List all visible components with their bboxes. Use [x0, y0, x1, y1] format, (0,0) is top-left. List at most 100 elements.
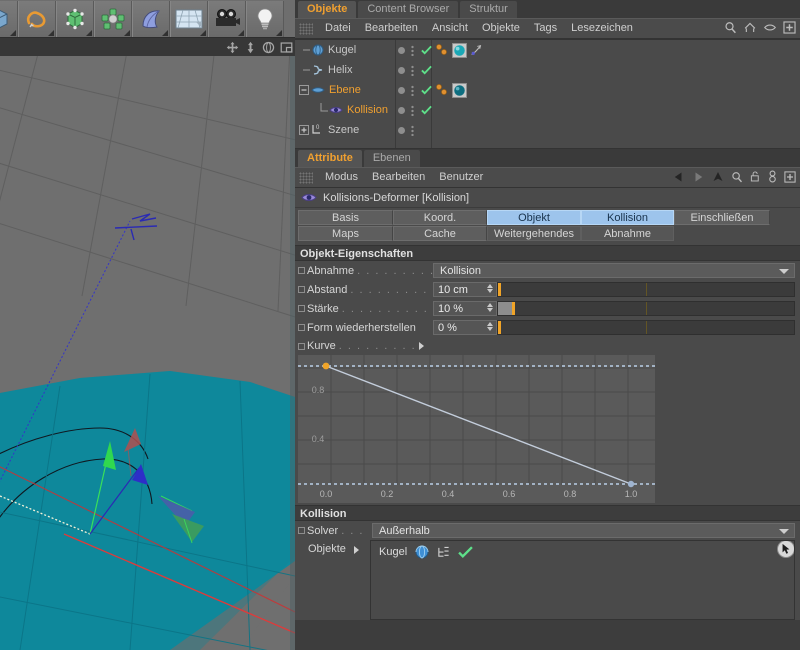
visibility-dot-editor[interactable] — [398, 106, 405, 114]
solver-dropdown[interactable]: Außerhalb — [372, 523, 795, 538]
deformer-tool-button[interactable] — [132, 0, 170, 37]
enable-check-icon[interactable] — [421, 65, 432, 75]
nurbs-tool-button[interactable] — [56, 0, 94, 37]
menu-benutzer[interactable]: Benutzer — [432, 167, 490, 188]
collision-objects-list[interactable]: Kugel — [370, 540, 795, 620]
expand-arrow-icon[interactable] — [354, 546, 359, 554]
eye-icon[interactable] — [763, 21, 777, 34]
restore-input[interactable]: 0 % — [433, 320, 497, 335]
enable-check-icon[interactable] — [458, 546, 473, 558]
menu-tags[interactable]: Tags — [527, 18, 564, 39]
enable-check-icon[interactable] — [421, 45, 432, 55]
collapse-minus-icon[interactable] — [299, 85, 309, 95]
table-row[interactable]: Helix — [295, 60, 800, 80]
menu-objekte[interactable]: Objekte — [475, 18, 527, 39]
table-row[interactable]: 0 Szene — [295, 120, 800, 140]
expand-arrow-icon[interactable] — [419, 342, 424, 350]
layout-view-icon[interactable] — [280, 41, 293, 54]
enable-check-icon[interactable] — [421, 85, 432, 95]
dynamics-icon[interactable] — [470, 44, 483, 57]
slider-knob[interactable] — [498, 283, 501, 296]
falloff-curve-graph[interactable]: 0.8 0.4 0.0 0.2 0.4 0.6 0.8 1.0 — [298, 355, 655, 503]
visibility-dot-render[interactable] — [411, 64, 414, 76]
anim-track-box[interactable] — [298, 286, 305, 293]
rotate-view-icon[interactable] — [262, 41, 275, 54]
texture-sphere-dark-icon[interactable] — [452, 82, 467, 98]
restore-slider[interactable] — [497, 320, 795, 335]
visibility-dot-render[interactable] — [411, 84, 414, 96]
menu-bearbeiten[interactable]: Bearbeiten — [358, 18, 425, 39]
tab-ebenen[interactable]: Ebenen — [363, 150, 420, 167]
visibility-dot-editor[interactable] — [398, 86, 405, 94]
menu-lesezeichen[interactable]: Lesezeichen — [564, 18, 640, 39]
search-icon[interactable] — [724, 21, 737, 34]
up-arrow-icon[interactable] — [712, 170, 724, 183]
material-orange-icon[interactable] — [435, 83, 449, 97]
tab-koord[interactable]: Koord. — [393, 210, 487, 225]
array-tool-button[interactable] — [94, 0, 132, 37]
anim-track-box[interactable] — [298, 342, 305, 350]
tab-objekte[interactable]: Objekte — [298, 1, 357, 18]
anim-track-box[interactable] — [298, 267, 305, 274]
lock-icon[interactable] — [750, 170, 761, 183]
tab-cache[interactable]: Cache — [393, 226, 487, 241]
tab-kollision[interactable]: Kollision — [581, 210, 674, 225]
anim-track-box[interactable] — [298, 324, 305, 331]
table-row[interactable]: Kollision — [295, 100, 800, 120]
strength-slider[interactable] — [497, 301, 795, 316]
visibility-dot-editor[interactable] — [398, 66, 405, 74]
forward-arrow-icon[interactable] — [692, 171, 705, 183]
back-arrow-icon[interactable] — [672, 171, 685, 183]
tab-objekt[interactable]: Objekt — [487, 210, 581, 225]
tab-content-browser[interactable]: Content Browser — [358, 1, 459, 18]
object-manager-list[interactable]: Kugel Helix Ebene Kollision 0 Szene — [295, 39, 800, 149]
anim-track-box[interactable] — [298, 527, 305, 534]
menu-ansicht[interactable]: Ansicht — [425, 18, 475, 39]
cube-primitive-tool-button[interactable] — [0, 0, 18, 37]
plus-box-icon[interactable] — [784, 170, 796, 183]
table-row[interactable]: Kugel — [295, 40, 800, 60]
light-tool-button[interactable] — [246, 0, 284, 37]
enable-check-icon[interactable] — [421, 105, 432, 115]
table-row[interactable]: Ebene — [295, 80, 800, 100]
grip-handle-icon[interactable] — [299, 22, 313, 35]
tab-maps[interactable]: Maps — [298, 226, 393, 241]
tab-struktur[interactable]: Struktur — [460, 1, 517, 18]
expand-plus-icon[interactable] — [299, 125, 309, 135]
plus-box-icon[interactable] — [783, 21, 796, 34]
visibility-dot-editor[interactable] — [398, 126, 405, 134]
move-view-icon[interactable] — [226, 41, 239, 54]
home-icon[interactable] — [743, 21, 757, 34]
tab-abnahme[interactable]: Abnahme — [581, 226, 674, 241]
object-picker-button[interactable] — [777, 541, 794, 558]
curve-graph-container[interactable]: 0.8 0.4 0.0 0.2 0.4 0.6 0.8 1.0 — [295, 355, 800, 503]
menu-datei[interactable]: Datei — [318, 18, 358, 39]
pan-view-icon[interactable] — [244, 41, 257, 54]
tab-basis[interactable]: Basis — [298, 210, 393, 225]
visibility-dot-render[interactable] — [411, 104, 414, 116]
tab-weitergehendes[interactable]: Weitergehendes — [487, 226, 581, 241]
distance-slider[interactable] — [497, 282, 795, 297]
stepper-arrows[interactable] — [487, 284, 493, 293]
pin-icon[interactable] — [768, 170, 777, 183]
stepper-arrows[interactable] — [487, 303, 493, 312]
hierarchy-icon[interactable] — [437, 546, 450, 559]
strength-input[interactable]: 10 % — [433, 301, 497, 316]
spline-tool-button[interactable] — [18, 0, 56, 37]
slider-knob[interactable] — [498, 321, 501, 334]
3d-viewport[interactable] — [0, 56, 295, 650]
scene-tool-button[interactable] — [170, 0, 208, 37]
search-icon[interactable] — [731, 171, 743, 183]
tab-attribute[interactable]: Attribute — [298, 150, 362, 167]
visibility-dot-render[interactable] — [411, 124, 414, 136]
anim-track-box[interactable] — [298, 305, 305, 312]
menu-bearbeiten[interactable]: Bearbeiten — [365, 167, 432, 188]
visibility-dot-editor[interactable] — [398, 46, 405, 54]
curve-point-start[interactable] — [322, 362, 330, 370]
visibility-dot-render[interactable] — [411, 44, 414, 56]
distance-input[interactable]: 10 cm — [433, 282, 497, 297]
falloff-dropdown[interactable]: Kollision — [433, 263, 795, 278]
texture-sphere-icon[interactable] — [452, 42, 467, 58]
camera-tool-button[interactable] — [208, 0, 246, 37]
material-orange-icon[interactable] — [435, 43, 449, 57]
